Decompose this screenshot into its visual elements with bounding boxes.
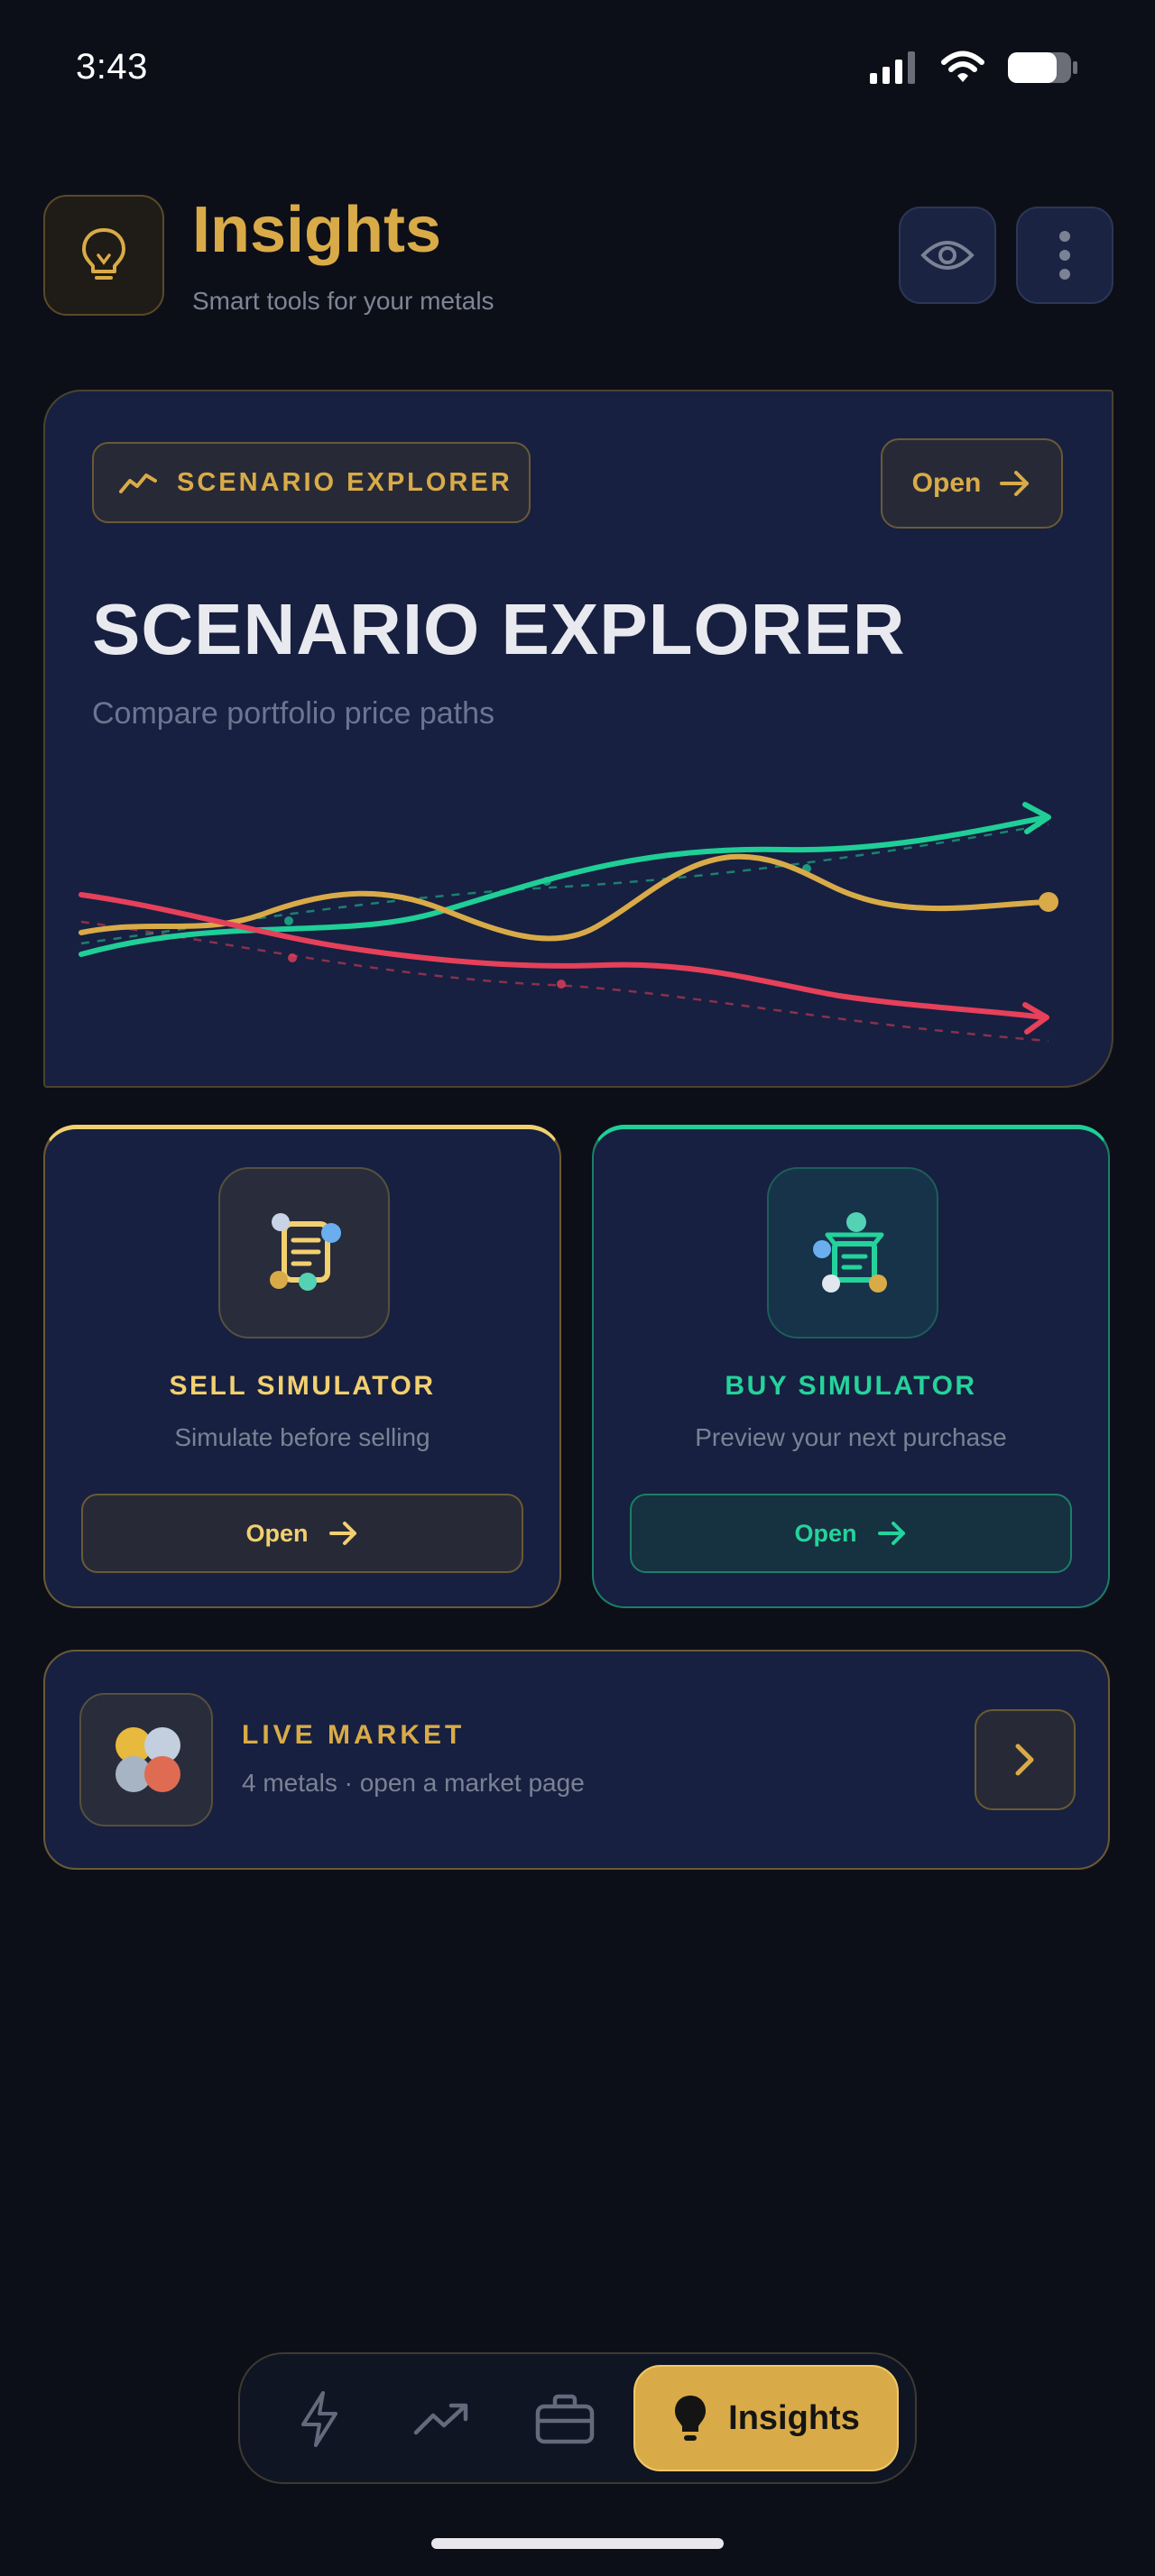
header-logo (43, 195, 164, 316)
nav-item-portfolio[interactable] (527, 2381, 603, 2457)
battery-icon (1008, 52, 1077, 83)
sell-simulator-title: SELL SIMULATOR (169, 1371, 436, 1401)
trending-up-icon (413, 2403, 468, 2435)
page-title: Insights (192, 194, 442, 266)
arrow-right-icon (1000, 471, 1030, 496)
buy-simulator-title: BUY SIMULATOR (725, 1371, 977, 1401)
arrow-right-icon (877, 1522, 905, 1545)
live-market-title: LIVE MARKET (242, 1720, 466, 1750)
guide-dot (557, 980, 566, 989)
sell-receipt-icon (270, 1213, 341, 1291)
down-path (79, 892, 1048, 1020)
arrow-right-icon (328, 1522, 356, 1545)
status-icons (870, 51, 1079, 85)
buy-cart-icon (813, 1212, 887, 1293)
scenario-open-button[interactable]: Open (881, 438, 1063, 529)
up-path (79, 814, 1049, 957)
wifi-icon (941, 51, 984, 82)
buy-simulator-card[interactable]: BUY SIMULATOR Preview your next purchase… (592, 1125, 1110, 1608)
briefcase-icon (535, 2394, 595, 2444)
metal-coins-icon (116, 1727, 180, 1792)
sell-simulator-card[interactable]: SELL SIMULATOR Simulate before selling O… (43, 1125, 561, 1608)
home-indicator (431, 2538, 724, 2549)
sell-simulator-open-button[interactable]: Open (81, 1494, 523, 1573)
bottom-nav: Insights (238, 2352, 917, 2484)
sell-simulator-icon-box (218, 1167, 390, 1339)
signal-icon (870, 51, 915, 84)
scenario-title: SCENARIO EXPLORER (92, 589, 906, 669)
scenario-chip: SCENARIO EXPLORER (92, 442, 531, 523)
visibility-toggle-button[interactable] (899, 207, 996, 304)
scenario-explorer-card[interactable]: SCENARIO EXPLORER Open SCENARIO EXPLORER… (43, 390, 1113, 1088)
scenario-chip-label: SCENARIO EXPLORER (177, 467, 513, 497)
sell-simulator-open-label: Open (245, 1519, 309, 1547)
mid-path-end-dot (1039, 892, 1058, 912)
buy-simulator-subtitle: Preview your next purchase (695, 1423, 1007, 1451)
lightbulb-icon (675, 2396, 707, 2441)
guide-dot (288, 953, 297, 962)
status-time: 3:43 (76, 47, 148, 87)
buy-simulator-open-button[interactable]: Open (630, 1494, 1072, 1573)
live-market-icon-box (79, 1693, 213, 1826)
more-vertical-icon (1059, 231, 1070, 280)
scenario-open-label: Open (911, 468, 982, 498)
buy-simulator-icon-box (767, 1167, 938, 1339)
scenario-subtitle: Compare portfolio price paths (92, 696, 495, 731)
page-subtitle: Smart tools for your metals (192, 287, 494, 315)
eye-icon (920, 241, 975, 270)
nav-item-insights[interactable]: Insights (633, 2365, 899, 2471)
live-market-card[interactable]: LIVE MARKET 4 metals · open a market pag… (43, 1650, 1110, 1870)
sell-simulator-subtitle: Simulate before selling (174, 1423, 430, 1451)
more-options-button[interactable] (1016, 207, 1113, 304)
live-market-subtitle: 4 metals · open a market page (242, 1769, 585, 1797)
chevron-right-icon (1015, 1743, 1034, 1776)
trend-line-icon (119, 474, 157, 493)
nav-item-quick[interactable] (282, 2381, 357, 2457)
nav-insights-label: Insights (728, 2398, 860, 2437)
scenario-chart (79, 802, 1058, 1043)
buy-simulator-open-label: Open (794, 1519, 857, 1547)
mid-path (79, 853, 1051, 942)
live-market-open-button[interactable] (975, 1709, 1076, 1810)
lightbulb-icon (82, 228, 125, 280)
guide-dot (284, 916, 293, 925)
nav-item-markets[interactable] (404, 2381, 480, 2457)
lightning-icon (301, 2391, 337, 2447)
